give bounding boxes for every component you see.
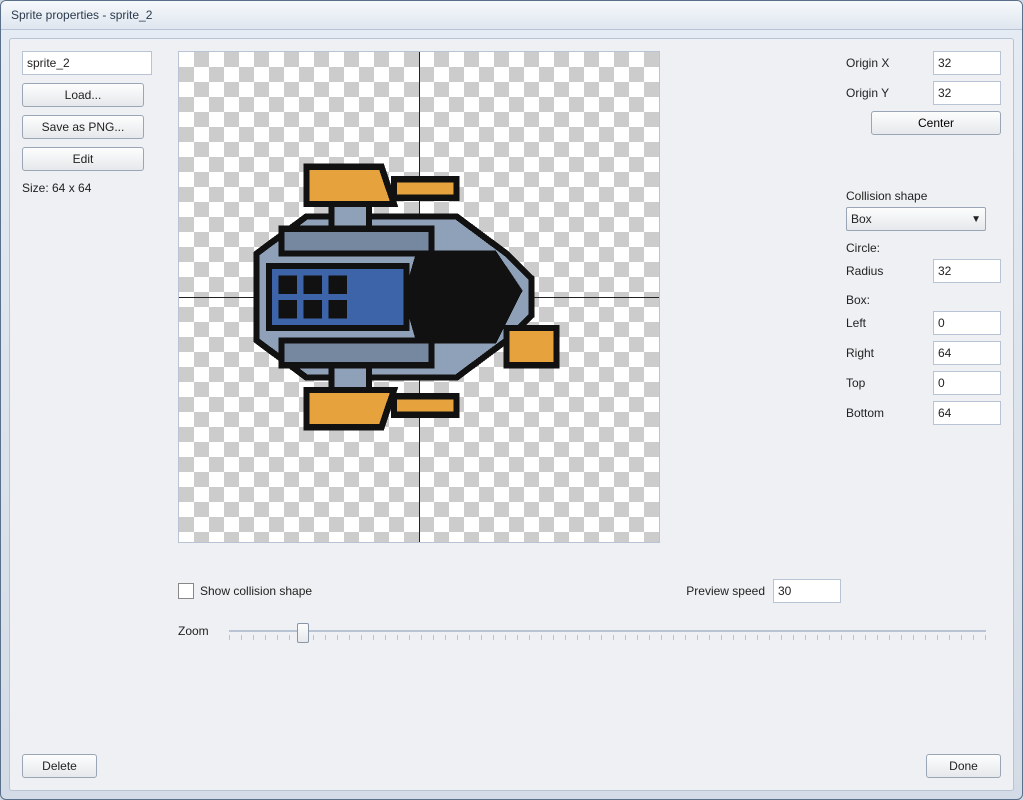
save-png-button[interactable]: Save as PNG...	[22, 115, 144, 139]
titlebar[interactable]: Sprite properties - sprite_2	[1, 1, 1022, 30]
collision-shape-dropdown[interactable]: Box ▼	[846, 207, 986, 231]
zoom-slider-thumb[interactable]	[297, 623, 309, 643]
box-top-label: Top	[846, 376, 927, 390]
origin-x-label: Origin X	[846, 56, 927, 70]
sprite-preview-image	[219, 142, 619, 452]
sprite-canvas[interactable]	[178, 51, 660, 543]
show-collision-checkbox[interactable]	[178, 583, 194, 599]
box-top-input[interactable]	[933, 371, 1001, 395]
load-button[interactable]: Load...	[22, 83, 144, 107]
box-bottom-label: Bottom	[846, 406, 927, 420]
left-panel: Load... Save as PNG... Edit Size: 64 x 6…	[22, 51, 162, 195]
origin-x-input[interactable]	[933, 51, 1001, 75]
preview-controls: Show collision shape Preview speed Zoom	[178, 579, 1001, 641]
radius-label: Radius	[846, 264, 927, 278]
collision-shape-value: Box	[851, 212, 872, 226]
box-section-label: Box:	[846, 293, 1001, 307]
origin-y-input[interactable]	[933, 81, 1001, 105]
size-label: Size: 64 x 64	[22, 181, 162, 195]
footer: Delete Done	[22, 754, 1001, 778]
preview-speed-input[interactable]	[773, 579, 841, 603]
done-button[interactable]: Done	[926, 754, 1001, 778]
sprite-properties-window: Sprite properties - sprite_2 Load... Sav…	[0, 0, 1023, 800]
box-left-label: Left	[846, 316, 927, 330]
window-title: Sprite properties - sprite_2	[11, 8, 152, 22]
canvas-panel	[178, 51, 658, 566]
chevron-down-icon: ▼	[971, 214, 981, 225]
center-origin-button[interactable]: Center	[871, 111, 1001, 135]
zoom-label: Zoom	[178, 624, 209, 638]
show-collision-label: Show collision shape	[200, 584, 312, 598]
zoom-slider[interactable]	[229, 621, 986, 641]
origin-y-label: Origin Y	[846, 86, 927, 100]
circle-section-label: Circle:	[846, 241, 1001, 255]
delete-button[interactable]: Delete	[22, 754, 97, 778]
client-area: Load... Save as PNG... Edit Size: 64 x 6…	[9, 38, 1014, 791]
box-right-label: Right	[846, 346, 927, 360]
edit-button[interactable]: Edit	[22, 147, 144, 171]
collision-shape-title: Collision shape	[846, 189, 1001, 203]
right-panel: Origin X Origin Y Center Collision shape…	[846, 51, 1001, 431]
sprite-name-input[interactable]	[22, 51, 152, 75]
preview-speed-label: Preview speed	[686, 584, 765, 598]
box-right-input[interactable]	[933, 341, 1001, 365]
box-left-input[interactable]	[933, 311, 1001, 335]
radius-input[interactable]	[933, 259, 1001, 283]
box-bottom-input[interactable]	[933, 401, 1001, 425]
